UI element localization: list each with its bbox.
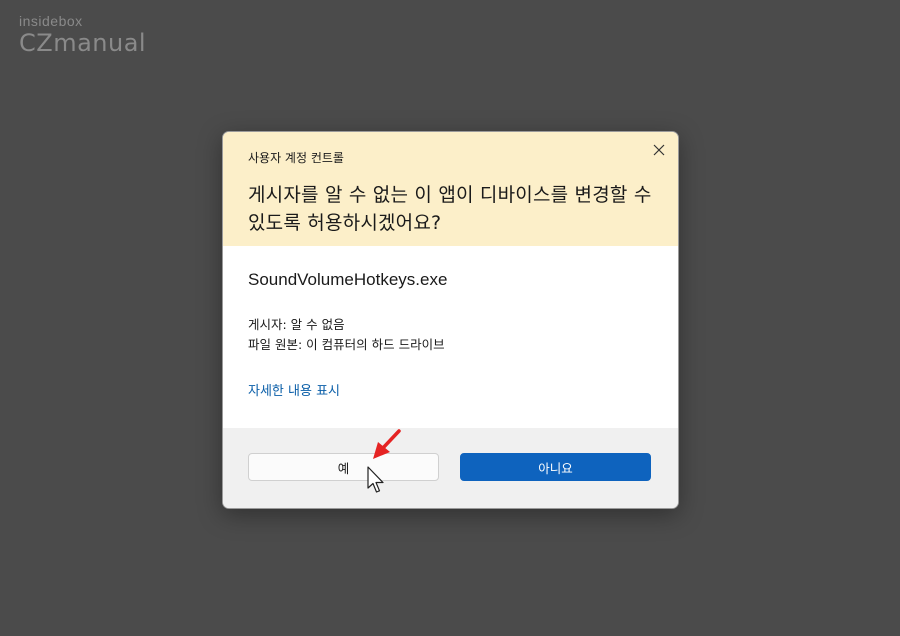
dialog-footer: 예 아니요 [223, 428, 678, 508]
watermark-small-text: insidebox [19, 13, 83, 29]
dialog-title: 사용자 계정 컨트롤 [248, 151, 344, 165]
dialog-question: 게시자를 알 수 없는 이 앱이 디바이스를 변경할 수 있도록 허용하시겠어요… [248, 184, 652, 234]
watermark-logo: insidebox CZmanual [19, 14, 146, 55]
dialog-body: SoundVolumeHotkeys.exe 게시자: 알 수 없음 파일 원본… [223, 246, 678, 428]
program-name: SoundVolumeHotkeys.exe [248, 270, 448, 289]
close-button[interactable] [646, 138, 672, 162]
red-arrow-pointer-icon [373, 429, 401, 459]
watermark-big-text: CZmanual [19, 29, 147, 57]
yes-button[interactable]: 예 [248, 453, 439, 481]
close-icon [653, 144, 665, 156]
file-origin-info: 파일 원본: 이 컴퓨터의 하드 드라이브 [248, 337, 445, 352]
publisher-info: 게시자: 알 수 없음 [248, 317, 345, 332]
uac-dialog: 사용자 계정 컨트롤 게시자를 알 수 없는 이 앱이 디바이스를 변경할 수 … [222, 131, 679, 509]
dialog-header: 사용자 계정 컨트롤 게시자를 알 수 없는 이 앱이 디바이스를 변경할 수 … [223, 132, 678, 246]
mouse-cursor-icon [367, 466, 384, 493]
no-button[interactable]: 아니요 [460, 453, 651, 481]
show-details-link[interactable]: 자세한 내용 표시 [248, 380, 340, 399]
